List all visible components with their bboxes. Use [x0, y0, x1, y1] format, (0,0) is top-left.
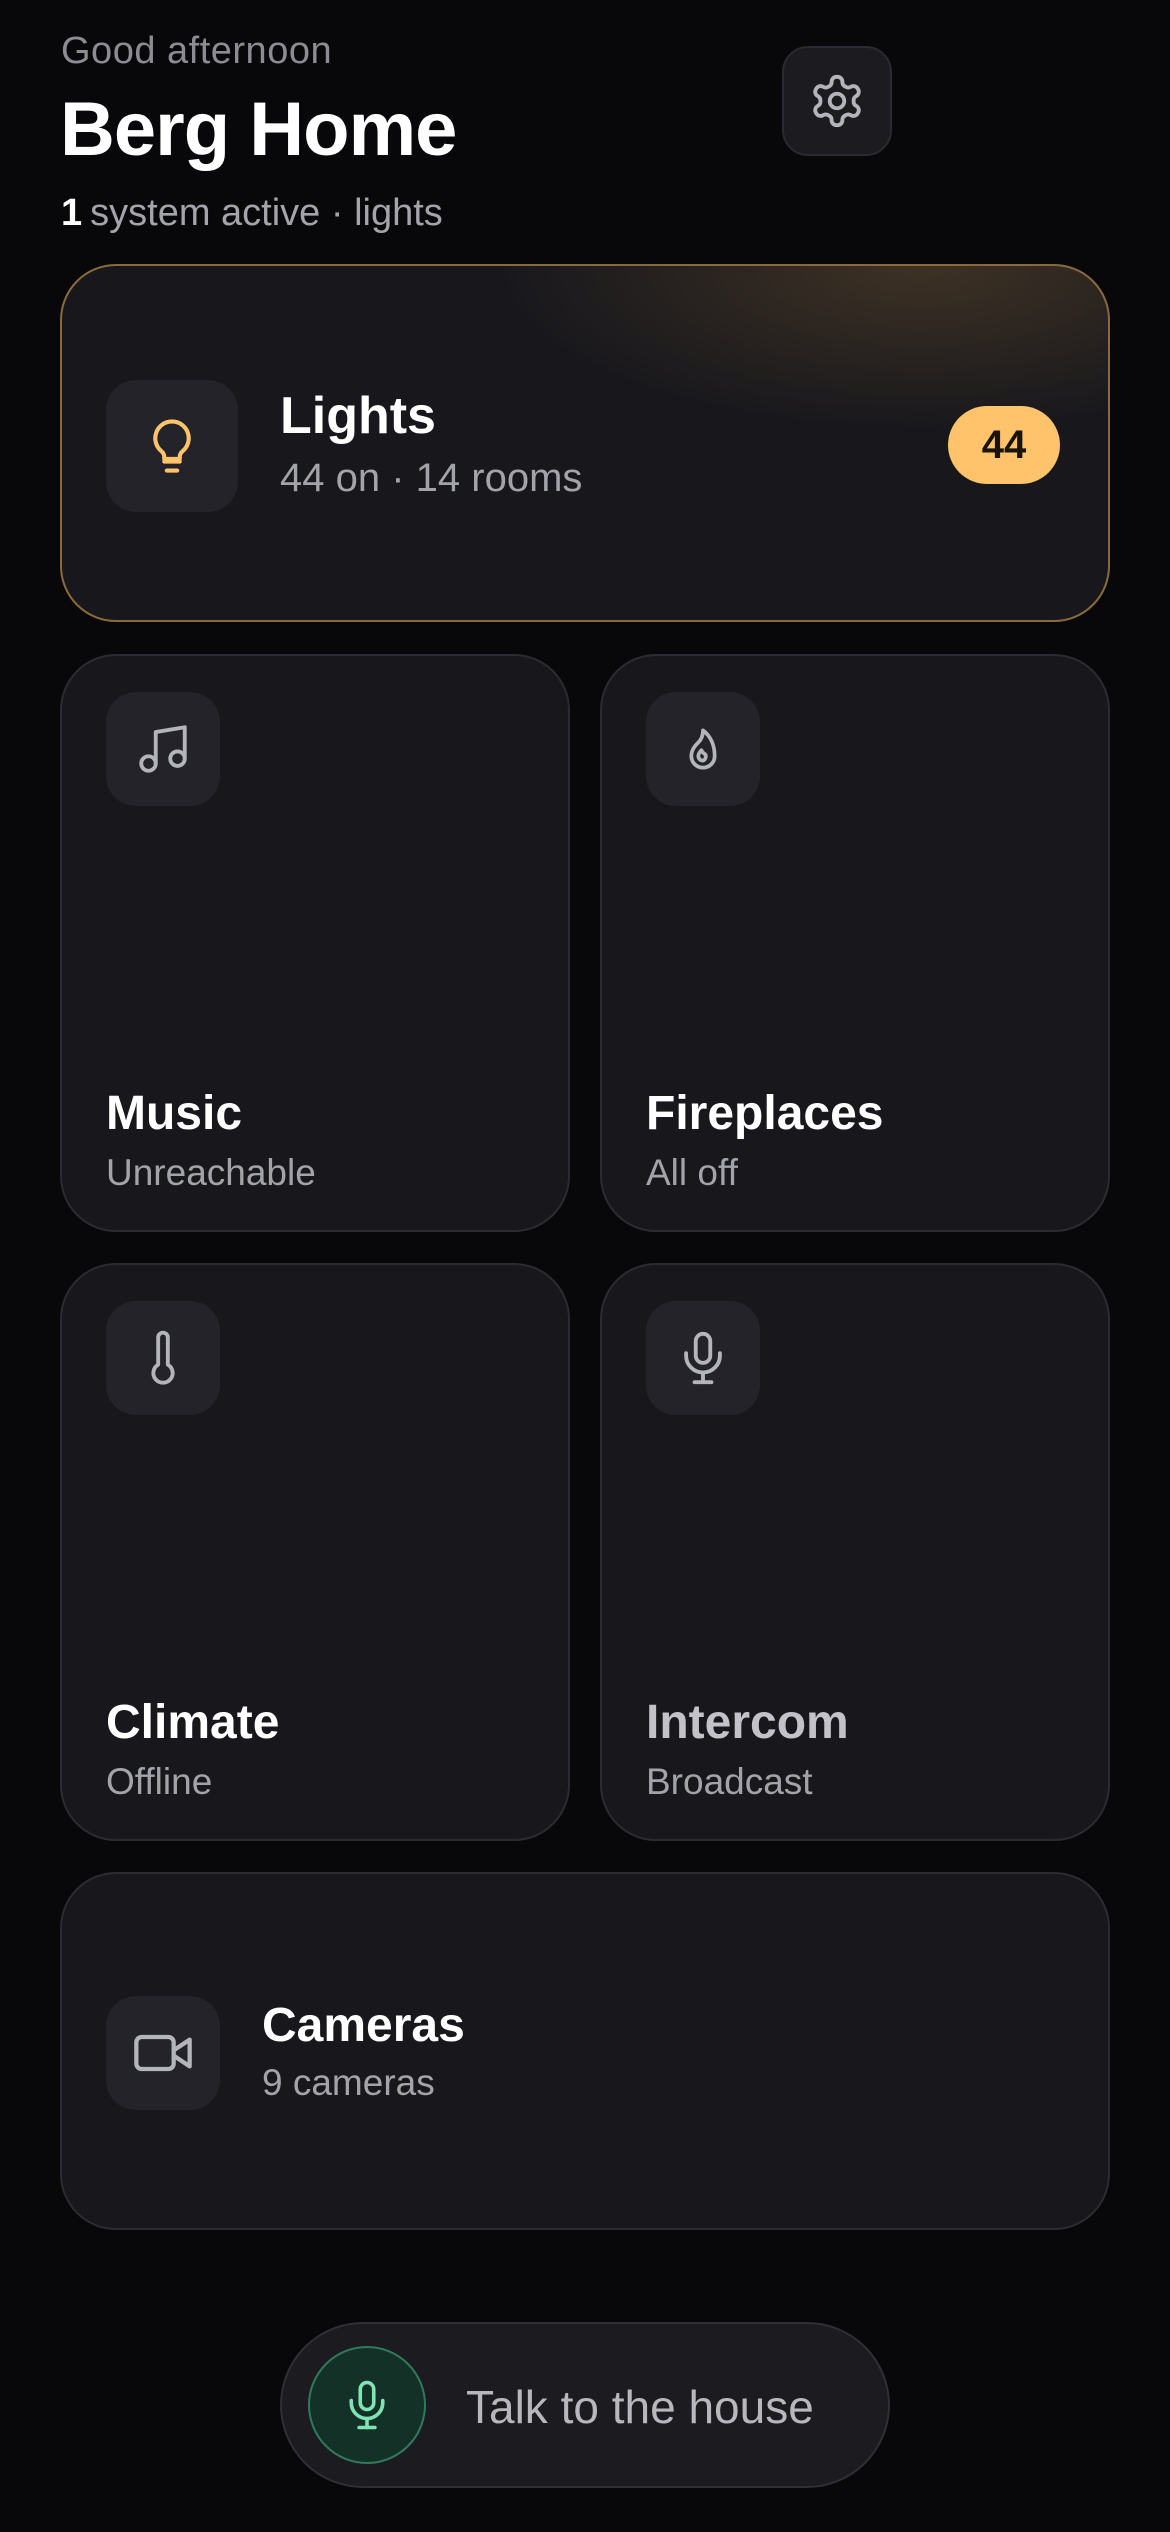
music-card[interactable]: Music Unreachable: [60, 654, 570, 1232]
climate-title: Climate: [106, 1696, 280, 1749]
settings-button[interactable]: [782, 46, 892, 156]
cameras-title: Cameras: [262, 1999, 465, 2052]
lights-subtitle: 44 on · 14 rooms: [280, 456, 583, 500]
flame-icon: [675, 721, 731, 777]
talk-label: Talk to the house: [466, 2381, 814, 2433]
cameras-card[interactable]: Cameras 9 cameras: [60, 1872, 1110, 2230]
intercom-subtitle: Broadcast: [646, 1761, 813, 1802]
music-icon-tile: [106, 692, 220, 806]
voice-mic-button[interactable]: [308, 2346, 426, 2464]
lights-title: Lights: [280, 387, 436, 445]
microphone-icon: [340, 2378, 394, 2432]
active-summary-text: system active · lights: [90, 192, 443, 234]
fireplaces-card[interactable]: Fireplaces All off: [600, 654, 1110, 1232]
fireplaces-title: Fireplaces: [646, 1087, 884, 1140]
gear-icon: [808, 72, 866, 130]
active-count: 1: [61, 192, 83, 234]
fireplaces-icon-tile: [646, 692, 760, 806]
lights-card[interactable]: Lights 44 on · 14 rooms 44: [60, 264, 1110, 622]
climate-subtitle: Offline: [106, 1761, 213, 1802]
climate-icon-tile: [106, 1301, 220, 1415]
intercom-title: Intercom: [646, 1696, 849, 1749]
music-note-icon: [134, 720, 192, 778]
greeting: Good afternoon: [61, 30, 333, 72]
fireplaces-subtitle: All off: [646, 1152, 738, 1193]
active-summary: 1 system active · lights: [61, 192, 443, 235]
microphone-icon: [674, 1329, 732, 1387]
thermometer-icon: [134, 1329, 192, 1387]
cameras-subtitle: 9 cameras: [262, 2062, 435, 2103]
lightbulb-icon: [141, 415, 203, 477]
climate-card[interactable]: Climate Offline: [60, 1263, 570, 1841]
cameras-icon-tile: [106, 1996, 220, 2110]
talk-to-house-button[interactable]: Talk to the house: [280, 2322, 890, 2488]
intercom-icon-tile: [646, 1301, 760, 1415]
video-camera-icon: [131, 2021, 195, 2085]
page-title: Berg Home: [60, 87, 457, 172]
lights-icon-tile: [106, 380, 238, 512]
lights-count-badge: 44: [948, 406, 1060, 484]
music-subtitle: Unreachable: [106, 1152, 316, 1193]
intercom-card[interactable]: Intercom Broadcast: [600, 1263, 1110, 1841]
music-title: Music: [106, 1087, 243, 1140]
